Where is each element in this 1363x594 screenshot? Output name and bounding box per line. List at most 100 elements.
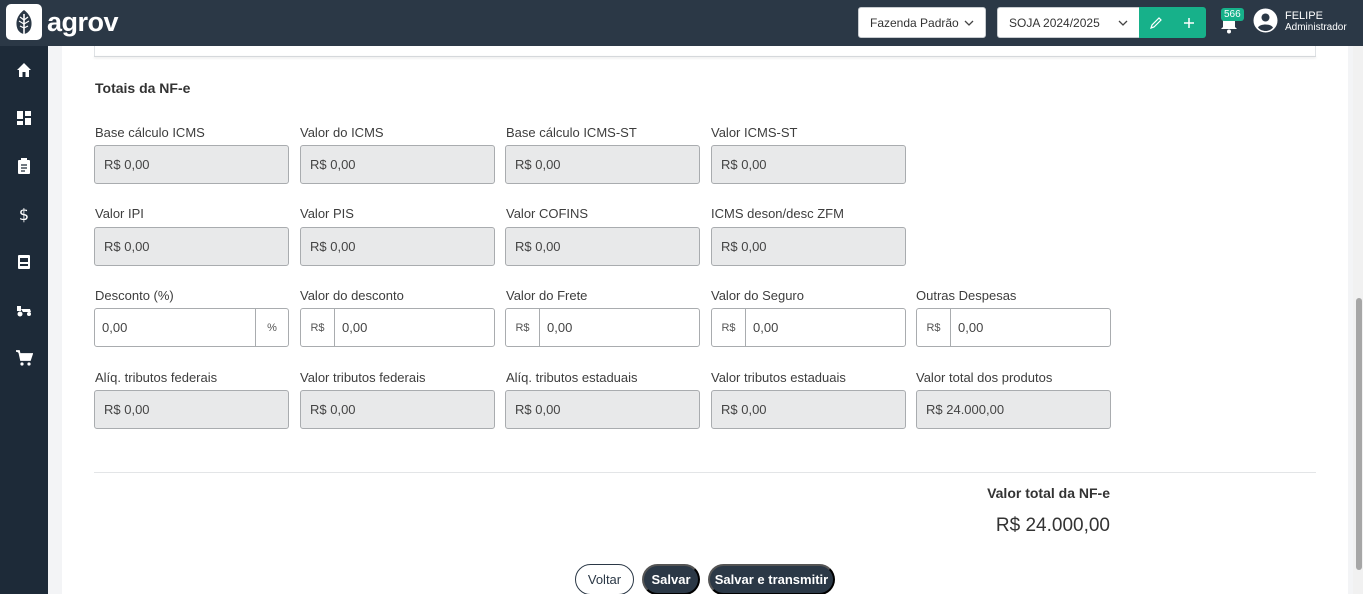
base-icms-field: R$ 0,00 bbox=[94, 145, 289, 184]
valor-ipi-value: R$ 0,00 bbox=[104, 239, 150, 254]
aliq-est-value: R$ 0,00 bbox=[515, 402, 561, 417]
currency-addon: R$ bbox=[712, 309, 746, 346]
valor-fed-label: Valor tributos federais bbox=[300, 370, 426, 385]
base-icms-st-value: R$ 0,00 bbox=[515, 157, 561, 172]
brand-name: agrov bbox=[47, 7, 119, 37]
valor-desconto-input[interactable]: R$ 0,00 bbox=[300, 308, 495, 347]
edit-season-button[interactable] bbox=[1139, 7, 1172, 38]
outras-despesas-label: Outras Despesas bbox=[916, 288, 1017, 303]
sidebar: $ bbox=[0, 46, 48, 594]
valor-icms-value: R$ 0,00 bbox=[310, 157, 356, 172]
valor-pis-value: R$ 0,00 bbox=[310, 239, 356, 254]
valor-desconto-label: Valor do desconto bbox=[300, 288, 404, 303]
season-select-value: SOJA 2024/2025 bbox=[1009, 15, 1100, 30]
valor-est-field: R$ 0,00 bbox=[711, 390, 906, 429]
tractor-icon bbox=[17, 306, 31, 317]
home-icon bbox=[17, 63, 31, 77]
sidebar-item-machinery[interactable] bbox=[14, 300, 34, 320]
sidebar-item-purchases[interactable] bbox=[14, 348, 34, 368]
total-produtos-value: R$ 24.000,00 bbox=[926, 402, 1005, 417]
valor-ipi-field: R$ 0,00 bbox=[94, 227, 289, 266]
aliq-fed-value: R$ 0,00 bbox=[104, 402, 150, 417]
back-button[interactable]: Voltar bbox=[575, 564, 634, 594]
clipboard-icon bbox=[18, 158, 30, 174]
chevron-down-icon bbox=[964, 20, 974, 26]
top-bar: agrov Fazenda Padrão SOJA 2024/2025 566 … bbox=[0, 0, 1363, 46]
sidebar-item-dashboard[interactable] bbox=[14, 108, 34, 128]
total-produtos-field: R$ 24.000,00 bbox=[916, 390, 1111, 429]
outras-despesas-input[interactable]: R$ 0,00 bbox=[916, 308, 1111, 347]
season-select[interactable]: SOJA 2024/2025 bbox=[997, 7, 1140, 38]
valor-seguro-input[interactable]: R$ 0,00 bbox=[711, 308, 906, 347]
base-icms-st-field: R$ 0,00 bbox=[505, 145, 700, 184]
outras-despesas-value: 0,00 bbox=[958, 320, 984, 335]
currency-addon: R$ bbox=[301, 309, 335, 346]
total-produtos-label: Valor total dos produtos bbox=[916, 370, 1053, 385]
aliq-fed-label: Alíq. tributos federais bbox=[95, 370, 218, 385]
desconto-pct-label: Desconto (%) bbox=[95, 288, 174, 303]
farm-select[interactable]: Fazenda Padrão bbox=[858, 7, 986, 38]
add-season-button[interactable] bbox=[1172, 7, 1206, 38]
dollar-icon: $ bbox=[19, 205, 29, 223]
divider bbox=[94, 472, 1316, 473]
currency-addon: R$ bbox=[506, 309, 540, 346]
cart-icon bbox=[16, 350, 33, 366]
save-transmit-button[interactable]: Salvar e transmitir bbox=[708, 564, 835, 594]
warehouse-icon bbox=[18, 255, 30, 269]
previous-panel-bottom bbox=[94, 56, 1316, 57]
valor-seguro-value: 0,00 bbox=[753, 320, 779, 335]
icms-deson-label: ICMS deson/desc ZFM bbox=[711, 206, 844, 221]
aliq-est-field: R$ 0,00 bbox=[505, 390, 700, 429]
desconto-pct-value: 0,00 bbox=[102, 320, 128, 335]
icms-deson-field: R$ 0,00 bbox=[711, 227, 906, 266]
sidebar-item-home[interactable] bbox=[14, 60, 34, 80]
brand-logo[interactable]: agrov bbox=[6, 4, 119, 40]
leaf-icon bbox=[6, 4, 42, 40]
valor-seguro-label: Valor do Seguro bbox=[711, 288, 804, 303]
sidebar-item-finance[interactable]: $ bbox=[14, 204, 34, 224]
valor-icms-st-field: R$ 0,00 bbox=[711, 145, 906, 184]
user-name: FELIPE bbox=[1285, 10, 1323, 22]
sidebar-item-warehouse[interactable] bbox=[14, 252, 34, 272]
valor-frete-input[interactable]: R$ 0,00 bbox=[505, 308, 700, 347]
scrollbar-thumb[interactable] bbox=[1356, 298, 1362, 570]
base-icms-label: Base cálculo ICMS bbox=[95, 125, 205, 140]
aliq-fed-field: R$ 0,00 bbox=[94, 390, 289, 429]
valor-est-value: R$ 0,00 bbox=[721, 402, 767, 417]
valor-desconto-value: 0,00 bbox=[342, 320, 368, 335]
valor-icms-field: R$ 0,00 bbox=[300, 145, 495, 184]
base-icms-st-label: Base cálculo ICMS-ST bbox=[506, 125, 637, 140]
sidebar-item-records[interactable] bbox=[14, 156, 34, 176]
valor-fed-field: R$ 0,00 bbox=[300, 390, 495, 429]
notification-badge: 566 bbox=[1221, 8, 1244, 21]
base-icms-value: R$ 0,00 bbox=[104, 157, 150, 172]
valor-fed-value: R$ 0,00 bbox=[310, 402, 356, 417]
valor-cofins-field: R$ 0,00 bbox=[505, 227, 700, 266]
valor-cofins-value: R$ 0,00 bbox=[515, 239, 561, 254]
chevron-down-icon bbox=[1118, 20, 1128, 26]
save-button[interactable]: Salvar bbox=[642, 564, 700, 594]
valor-pis-label: Valor PIS bbox=[300, 206, 354, 221]
percent-addon: % bbox=[255, 309, 288, 346]
pencil-icon bbox=[1149, 16, 1162, 29]
valor-cofins-label: Valor COFINS bbox=[506, 206, 589, 221]
nfe-total-value: R$ 24.000,00 bbox=[995, 515, 1110, 536]
valor-frete-value: 0,00 bbox=[547, 320, 573, 335]
svg-text:$: $ bbox=[19, 205, 29, 223]
valor-icms-label: Valor do ICMS bbox=[300, 125, 384, 140]
currency-addon: R$ bbox=[917, 309, 951, 346]
valor-pis-field: R$ 0,00 bbox=[300, 227, 495, 266]
valor-est-label: Valor tributos estaduais bbox=[711, 370, 846, 385]
valor-icms-st-label: Valor ICMS-ST bbox=[711, 125, 798, 140]
dashboard-icon bbox=[17, 111, 31, 125]
icms-deson-value: R$ 0,00 bbox=[721, 239, 767, 254]
valor-ipi-label: Valor IPI bbox=[95, 206, 144, 221]
user-role: Administrador bbox=[1285, 22, 1347, 33]
user-avatar-icon[interactable] bbox=[1253, 8, 1278, 33]
valor-icms-st-value: R$ 0,00 bbox=[721, 157, 767, 172]
nfe-total-label: Valor total da NF-e bbox=[987, 485, 1110, 501]
desconto-pct-input[interactable]: 0,00 % bbox=[94, 308, 289, 347]
aliq-est-label: Alíq. tributos estaduais bbox=[506, 370, 638, 385]
section-title: Totais da NF-e bbox=[95, 80, 191, 96]
farm-select-value: Fazenda Padrão bbox=[870, 15, 959, 30]
